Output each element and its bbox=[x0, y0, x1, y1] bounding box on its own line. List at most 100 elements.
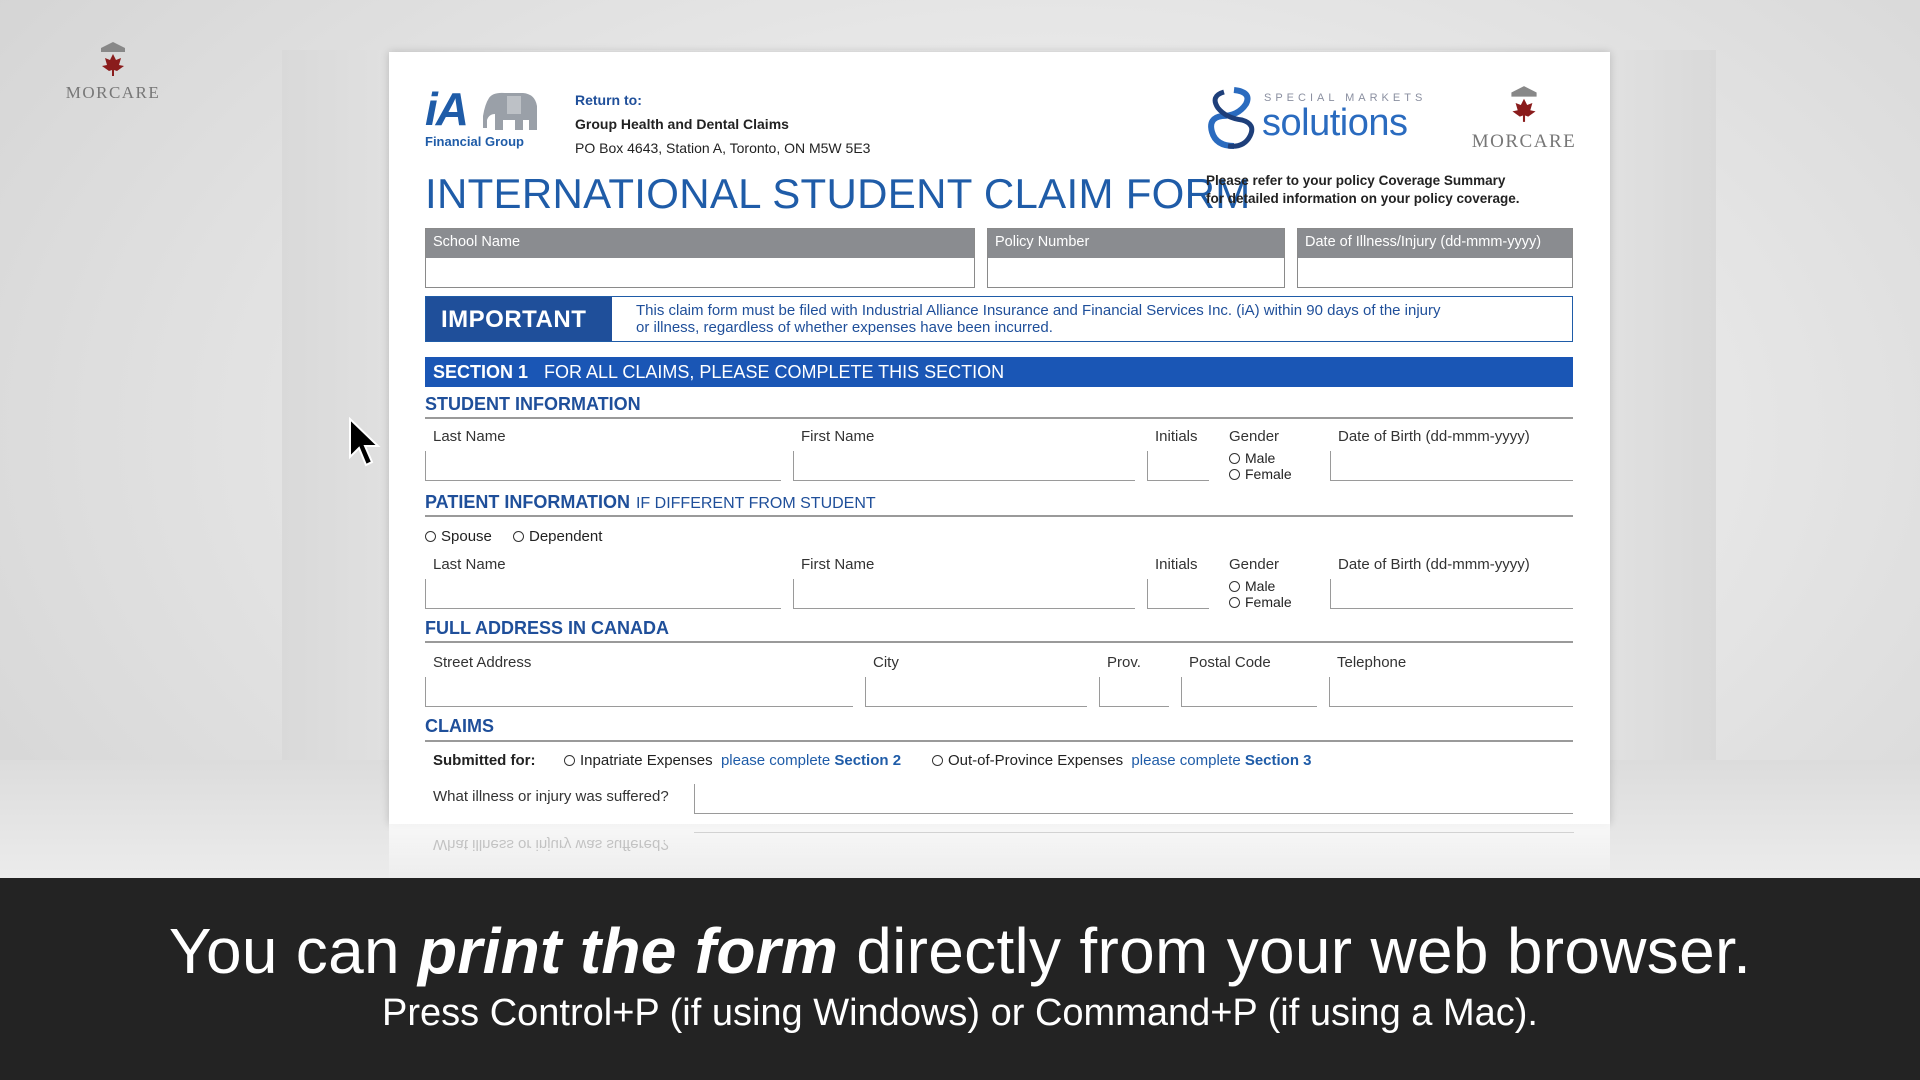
caption-pre: You can bbox=[168, 915, 418, 987]
reflection-text: What illness or injury was suffered? bbox=[433, 836, 669, 853]
form-title: INTERNATIONAL STUDENT CLAIM FORM bbox=[425, 170, 1251, 217]
school-name-label: School Name bbox=[426, 229, 974, 258]
maple-leaf-icon bbox=[1511, 86, 1537, 122]
patient-initials-input[interactable] bbox=[1147, 579, 1209, 609]
radio-circle-icon[interactable] bbox=[1229, 469, 1240, 480]
radio-circle-icon[interactable] bbox=[425, 531, 436, 542]
claim-form-page: iA Financial Group Return to: Group Heal… bbox=[389, 52, 1610, 824]
dependent-label: Dependent bbox=[529, 528, 603, 545]
coverage-note-line-2: for detailed information on your policy … bbox=[1206, 191, 1520, 206]
corner-morcare-logo: MORCARE bbox=[58, 40, 168, 103]
patient-spouse-option[interactable]: Spouse bbox=[425, 528, 492, 545]
patient-info-subtitle: IF DIFFERENT FROM STUDENT bbox=[635, 495, 876, 512]
section-2-ref: Section 2 bbox=[834, 752, 902, 769]
inpatriate-expenses-option[interactable]: Inpatriate Expenses please complete Sect… bbox=[564, 752, 901, 769]
caption-post: directly from your web browser. bbox=[838, 915, 1752, 987]
morcare-care: CARE bbox=[1519, 131, 1577, 152]
inpatriate-label: Inpatriate Expenses bbox=[580, 752, 713, 769]
date-of-illness-label: Date of Illness/Injury (dd-mmm-yyyy) bbox=[1298, 229, 1572, 258]
claims-rule bbox=[425, 740, 1573, 742]
student-dob-input[interactable] bbox=[1330, 451, 1573, 481]
radio-circle-icon[interactable] bbox=[932, 755, 943, 766]
section-3-ref: Section 3 bbox=[1244, 752, 1312, 769]
student-gender-label: Gender bbox=[1229, 428, 1280, 445]
address-rule bbox=[425, 641, 1573, 643]
section-1-label: FOR ALL CLAIMS, PLEASE COMPLETE THIS SEC… bbox=[544, 362, 1005, 382]
coverage-note: Please refer to your policy Coverage Sum… bbox=[1206, 172, 1520, 208]
oop-section-hint: please complete Section 3 bbox=[1131, 752, 1311, 769]
out-of-province-option[interactable]: Out-of-Province Expenses please complete… bbox=[932, 752, 1312, 769]
patient-gender-label: Gender bbox=[1229, 556, 1280, 573]
student-gender-male-option[interactable]: Male bbox=[1229, 450, 1275, 466]
submitted-for-label: Submitted for: bbox=[433, 752, 536, 769]
postal-code-label: Postal Code bbox=[1189, 654, 1271, 671]
return-address-block: Return to: Group Health and Dental Claim… bbox=[575, 88, 870, 160]
inpatriate-section-hint: please complete Section 2 bbox=[721, 752, 901, 769]
student-info-rule bbox=[425, 417, 1573, 419]
postal-code-input[interactable] bbox=[1181, 677, 1317, 707]
claims-heading: CLAIMS bbox=[425, 716, 494, 736]
street-address-input[interactable] bbox=[425, 677, 853, 707]
patient-dependent-option[interactable]: Dependent bbox=[513, 528, 602, 545]
student-dob-label: Date of Birth (dd-mmm-yyyy) bbox=[1338, 428, 1530, 445]
patient-gender-female-option[interactable]: Female bbox=[1229, 594, 1292, 610]
student-gender-female-option[interactable]: Female bbox=[1229, 466, 1292, 482]
return-line-2: PO Box 4643, Station A, Toronto, ON M5W … bbox=[575, 140, 871, 156]
patient-info-rule bbox=[425, 515, 1573, 517]
radio-circle-icon[interactable] bbox=[1229, 581, 1240, 592]
important-tag: IMPORTANT bbox=[426, 297, 612, 341]
please-complete-text-1: please complete bbox=[720, 752, 831, 769]
telephone-input[interactable] bbox=[1329, 677, 1573, 707]
ia-financial-group-label: Financial Group bbox=[425, 134, 524, 149]
radio-circle-icon[interactable] bbox=[1229, 453, 1240, 464]
student-female-label: Female bbox=[1245, 466, 1292, 482]
spouse-label: Spouse bbox=[441, 528, 492, 545]
student-info-heading: STUDENT INFORMATION bbox=[425, 394, 641, 414]
sms-solutions-text: solutions bbox=[1262, 102, 1408, 144]
ia-financial-logo: iA Financial Group bbox=[425, 86, 540, 149]
patient-first-name-label: First Name bbox=[801, 556, 875, 573]
caption-line-1: You can print the form directly from you… bbox=[0, 914, 1920, 988]
date-of-illness-field[interactable]: Date of Illness/Injury (dd-mmm-yyyy) bbox=[1297, 228, 1573, 288]
patient-gender-male-option[interactable]: Male bbox=[1229, 578, 1275, 594]
important-line-1: This claim form must be filed with Indus… bbox=[636, 302, 1441, 319]
street-address-label: Street Address bbox=[433, 654, 532, 671]
radio-circle-icon[interactable] bbox=[564, 755, 575, 766]
patient-last-name-label: Last Name bbox=[433, 556, 506, 573]
patient-dob-input[interactable] bbox=[1330, 579, 1573, 609]
caption-line-2: Press Control+P (if using Windows) or Co… bbox=[382, 992, 1538, 1034]
province-label: Prov. bbox=[1107, 654, 1141, 671]
student-initials-label: Initials bbox=[1155, 428, 1198, 445]
section-1-bar: SECTION 1 FOR ALL CLAIMS, PLEASE COMPLETE… bbox=[425, 357, 1573, 387]
illness-question-label: What illness or injury was suffered? bbox=[433, 788, 669, 805]
form-floor-reflection: What illness or injury was suffered? bbox=[389, 824, 1610, 879]
radio-circle-icon[interactable] bbox=[1229, 597, 1240, 608]
important-message: This claim form must be filed with Indus… bbox=[636, 302, 1566, 336]
student-initials-input[interactable] bbox=[1147, 451, 1209, 481]
patient-initials-label: Initials bbox=[1155, 556, 1198, 573]
patient-info-title: PATIENT INFORMATION bbox=[425, 492, 630, 512]
patient-male-label: Male bbox=[1245, 578, 1276, 594]
video-caption-bar: You can print the form directly from you… bbox=[0, 878, 1920, 1080]
patient-info-heading: PATIENT INFORMATION IF DIFFERENT FROM STU… bbox=[425, 492, 876, 513]
coverage-note-line-1: Please refer to your policy Coverage Sum… bbox=[1206, 173, 1506, 188]
school-name-field[interactable]: School Name bbox=[425, 228, 975, 288]
patient-first-name-input[interactable] bbox=[793, 579, 1135, 609]
city-input[interactable] bbox=[865, 677, 1087, 707]
student-male-label: Male bbox=[1245, 450, 1276, 466]
section-1-number: SECTION 1 bbox=[433, 362, 529, 382]
student-first-name-input[interactable] bbox=[793, 451, 1135, 481]
corner-logo-mor: MOR bbox=[65, 83, 109, 102]
patient-last-name-input[interactable] bbox=[425, 579, 781, 609]
policy-number-field[interactable]: Policy Number bbox=[987, 228, 1285, 288]
illness-description-input[interactable] bbox=[694, 784, 1573, 814]
province-input[interactable] bbox=[1099, 677, 1169, 707]
student-last-name-input[interactable] bbox=[425, 451, 781, 481]
radio-circle-icon[interactable] bbox=[513, 531, 524, 542]
special-markets-solutions-logo: SPECIAL MARKETS solutions bbox=[1204, 86, 1444, 156]
telephone-label: Telephone bbox=[1337, 654, 1407, 671]
student-last-name-label: Last Name bbox=[433, 428, 506, 445]
patient-female-label: Female bbox=[1245, 594, 1292, 610]
patient-dob-label: Date of Birth (dd-mmm-yyyy) bbox=[1338, 556, 1530, 573]
out-of-province-label: Out-of-Province Expenses bbox=[948, 752, 1124, 769]
